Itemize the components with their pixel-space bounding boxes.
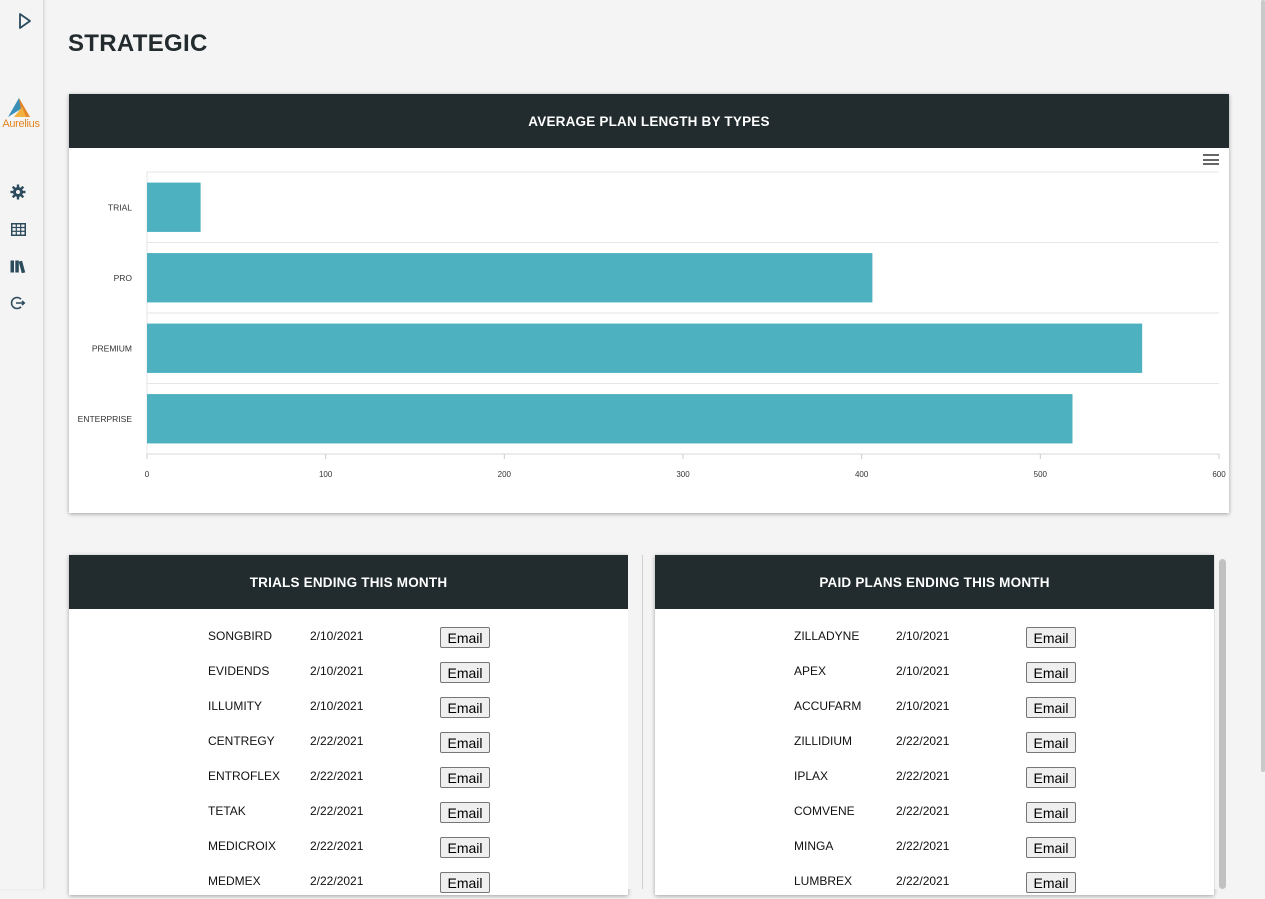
paid-scrollbar[interactable] <box>1214 555 1229 889</box>
chart-x-tick-label: 300 <box>676 470 690 479</box>
play-icon[interactable] <box>0 10 50 32</box>
paid-email-button[interactable]: Email <box>1026 767 1076 788</box>
trial-row: MEDICROIX 2/22/2021 Email <box>69 829 628 864</box>
logout-icon[interactable] <box>0 294 36 312</box>
trial-row: CENTREGY 2/22/2021 Email <box>69 724 628 759</box>
table-icon[interactable] <box>0 220 36 238</box>
bar-chart: 0 100 200 300 400 500 600 TRIAL PRO PREMIUM ENTERP… <box>78 171 1226 479</box>
chart-x-tick-label: 100 <box>319 470 333 479</box>
trials-card: TRIALS ENDING THIS MONTH SONGBIRD 2/10/20… <box>69 555 628 895</box>
trial-email-button[interactable]: Email <box>440 627 490 648</box>
paid-end-date: 2/22/2021 <box>896 839 950 853</box>
trial-end-date: 2/10/2021 <box>310 629 364 643</box>
chart-category-label: ENTERPRISE <box>78 414 133 424</box>
chart-card-header: AVERAGE PLAN LENGTH BY TYPES <box>69 94 1229 148</box>
trials-card-header: TRIALS ENDING THIS MONTH <box>69 555 628 609</box>
trial-company-name: ILLUMITY <box>208 699 263 713</box>
paid-company-name: MINGA <box>794 839 834 853</box>
paid-email-button[interactable]: Email <box>1026 662 1076 683</box>
trial-row: MEDMEX 2/22/2021 Email <box>69 864 628 899</box>
trial-end-date: 2/22/2021 <box>310 804 364 818</box>
paid-company-name: ACCUFARM <box>794 699 862 713</box>
sidebar: Aurelius <box>0 0 44 889</box>
page-scrollbar[interactable] <box>1261 0 1265 772</box>
paid-email-button[interactable]: Email <box>1026 697 1076 718</box>
chart-x-tick-label: 500 <box>1034 470 1048 479</box>
paid-end-date: 2/10/2021 <box>896 699 950 713</box>
chart-x-tick-label: 400 <box>855 470 869 479</box>
trial-company-name: EVIDENDS <box>208 664 270 678</box>
trial-company-name: MEDICROIX <box>208 839 277 853</box>
trial-row: EVIDENDS 2/10/2021 Email <box>69 654 628 689</box>
paid-row: COMVENE 2/22/2021 Email <box>655 794 1214 829</box>
paid-email-button[interactable]: Email <box>1026 802 1076 823</box>
panel-divider <box>642 555 643 889</box>
paid-row: ZILLIDIUM 2/22/2021 Email <box>655 724 1214 759</box>
chart-category-label: TRIAL <box>108 202 132 212</box>
trial-company-name: CENTREGY <box>208 734 275 748</box>
trial-row: ILLUMITY 2/10/2021 Email <box>69 689 628 724</box>
trial-end-date: 2/10/2021 <box>310 664 364 678</box>
paid-row: ZILLADYNE 2/10/2021 Email <box>655 619 1214 654</box>
trial-end-date: 2/22/2021 <box>310 839 364 853</box>
trial-row: SONGBIRD 2/10/2021 Email <box>69 619 628 654</box>
chart-bar <box>147 253 873 303</box>
paid-company-name: COMVENE <box>794 804 855 818</box>
page-title: STRATEGIC <box>68 30 208 57</box>
paid-end-date: 2/10/2021 <box>896 664 950 678</box>
paid-scrollbar-thumb[interactable] <box>1219 559 1226 889</box>
paid-card: PAID PLANS ENDING THIS MONTH ZILLADYNE 2/… <box>655 555 1214 895</box>
paid-end-date: 2/22/2021 <box>896 874 950 888</box>
trial-email-button[interactable]: Email <box>440 837 490 858</box>
chart-bar <box>147 394 1073 444</box>
paid-company-name: APEX <box>794 664 827 678</box>
chart-card: AVERAGE PLAN LENGTH BY TYPES 0 100 200 300 4… <box>69 94 1229 513</box>
chart-bar <box>147 182 201 232</box>
paid-end-date: 2/22/2021 <box>896 804 950 818</box>
trial-end-date: 2/22/2021 <box>310 874 364 888</box>
paid-end-date: 2/22/2021 <box>896 769 950 783</box>
trial-company-name: MEDMEX <box>208 874 261 888</box>
paid-end-date: 2/10/2021 <box>896 629 950 643</box>
logo-text: Aurelius <box>2 118 40 130</box>
panel-gap <box>628 555 643 889</box>
trial-company-name: ENTROFLEX <box>208 769 281 783</box>
trial-end-date: 2/10/2021 <box>310 699 364 713</box>
paid-row: MINGA 2/22/2021 Email <box>655 829 1214 864</box>
paid-email-button[interactable]: Email <box>1026 872 1076 893</box>
chart-bar <box>147 323 1143 373</box>
gear-icon[interactable] <box>0 183 36 201</box>
paid-company-name: ZILLIDIUM <box>794 734 853 748</box>
chart-x-tick-label: 600 <box>1212 470 1226 479</box>
paid-row: APEX 2/10/2021 Email <box>655 654 1214 689</box>
paid-email-button[interactable]: Email <box>1026 732 1076 753</box>
trial-email-button[interactable]: Email <box>440 767 490 788</box>
paid-email-button[interactable]: Email <box>1026 837 1076 858</box>
trial-email-button[interactable]: Email <box>440 732 490 753</box>
trial-email-button[interactable]: Email <box>440 872 490 893</box>
paid-row: IPLAX 2/22/2021 Email <box>655 759 1214 794</box>
paid-company-name: LUMBREX <box>794 874 853 888</box>
chart-x-tick-label: 0 <box>145 470 150 479</box>
chart-category-label: PREMIUM <box>92 343 132 353</box>
paid-end-date: 2/22/2021 <box>896 734 950 748</box>
paid-company-name: IPLAX <box>794 769 829 783</box>
paid-row: ACCUFARM 2/10/2021 Email <box>655 689 1214 724</box>
trial-row: ENTROFLEX 2/22/2021 Email <box>69 759 628 794</box>
trial-row: TETAK 2/22/2021 Email <box>69 794 628 829</box>
trial-email-button[interactable]: Email <box>440 697 490 718</box>
paid-email-button[interactable]: Email <box>1026 627 1076 648</box>
trial-email-button[interactable]: Email <box>440 662 490 683</box>
trial-end-date: 2/22/2021 <box>310 769 364 783</box>
chart-x-tick-label: 200 <box>498 470 512 479</box>
trial-company-name: SONGBIRD <box>208 629 273 643</box>
library-icon[interactable] <box>0 257 36 275</box>
paid-company-name: ZILLADYNE <box>794 629 860 643</box>
trial-email-button[interactable]: Email <box>440 802 490 823</box>
paid-card-header: PAID PLANS ENDING THIS MONTH <box>655 555 1214 609</box>
trial-end-date: 2/22/2021 <box>310 734 364 748</box>
chart-category-label: PRO <box>114 273 133 283</box>
trial-company-name: TETAK <box>208 804 246 818</box>
paid-row: LUMBREX 2/22/2021 Email <box>655 864 1214 899</box>
